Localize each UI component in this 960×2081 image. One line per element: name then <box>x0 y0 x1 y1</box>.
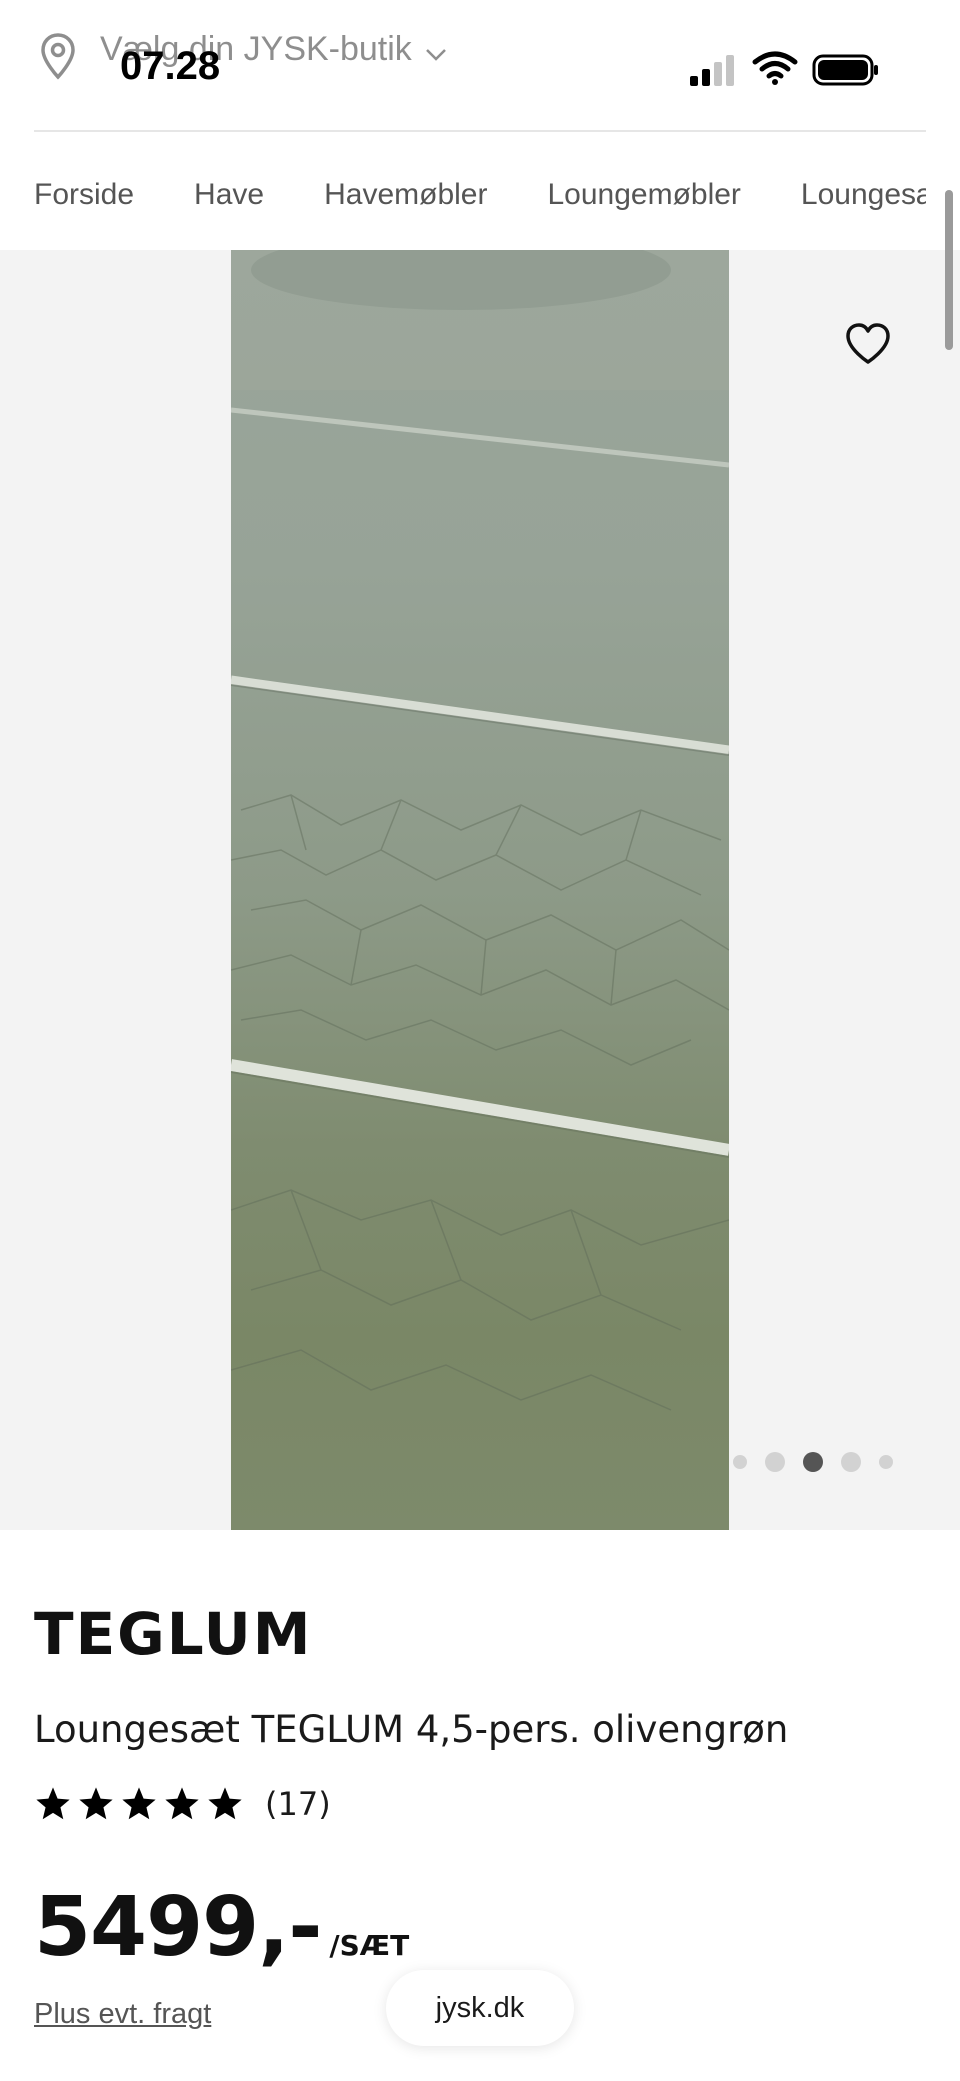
fabric-texture <box>231 250 729 1411</box>
breadcrumb: Forside Have Havemøbler Loungemøbler Lou… <box>34 150 926 240</box>
top-bar: Vælg din JYSK-butik 07.28 <box>0 0 960 130</box>
star-icon <box>79 1787 113 1820</box>
review-count[interactable]: (17) <box>265 1785 331 1823</box>
star-icon <box>208 1787 242 1820</box>
chevron-down-icon[interactable] <box>425 48 447 62</box>
heart-icon[interactable] <box>844 322 892 366</box>
browser-address-pill[interactable]: jysk.dk <box>386 1970 574 2046</box>
location-pin-icon[interactable] <box>38 32 78 80</box>
product-brand: TEGLUM <box>34 1600 313 1668</box>
product-rating[interactable]: (17) <box>34 1785 331 1823</box>
product-gallery[interactable] <box>0 250 960 1530</box>
carousel-dot-active[interactable] <box>803 1452 823 1472</box>
scrollbar[interactable] <box>945 190 953 350</box>
carousel-dot[interactable] <box>879 1455 893 1469</box>
price-row: 5499,- /SÆT <box>34 1880 409 1975</box>
shipping-link[interactable]: Plus evt. fragt <box>34 1998 211 2031</box>
breadcrumb-item-loungemobler[interactable]: Loungemøbler <box>547 178 740 212</box>
product-image[interactable] <box>231 250 729 1530</box>
product-title: Loungesæt TEGLUM 4,5-pers. olivengrøn <box>34 1708 789 1751</box>
breadcrumb-item-havemobler[interactable]: Havemøbler <box>324 178 487 212</box>
carousel-dot[interactable] <box>841 1452 861 1472</box>
carousel-dot[interactable] <box>765 1452 785 1472</box>
star-icon <box>122 1787 156 1820</box>
signal-icon <box>690 55 734 86</box>
breadcrumb-item-forside[interactable]: Forside <box>34 178 134 212</box>
breadcrumb-item-have[interactable]: Have <box>194 178 264 212</box>
breadcrumb-item-loungesaet[interactable]: Loungesæt <box>801 178 926 212</box>
star-icon <box>165 1787 199 1820</box>
carousel-indicators <box>733 1452 893 1472</box>
status-clock: 07.28 <box>120 44 221 88</box>
product-price: 5499,- <box>34 1880 322 1975</box>
star-icon <box>36 1787 70 1820</box>
battery-icon <box>812 54 878 86</box>
wifi-icon <box>752 51 798 85</box>
carousel-dot[interactable] <box>733 1455 747 1469</box>
header-divider <box>34 130 926 132</box>
price-unit: /SÆT <box>329 1929 410 1962</box>
